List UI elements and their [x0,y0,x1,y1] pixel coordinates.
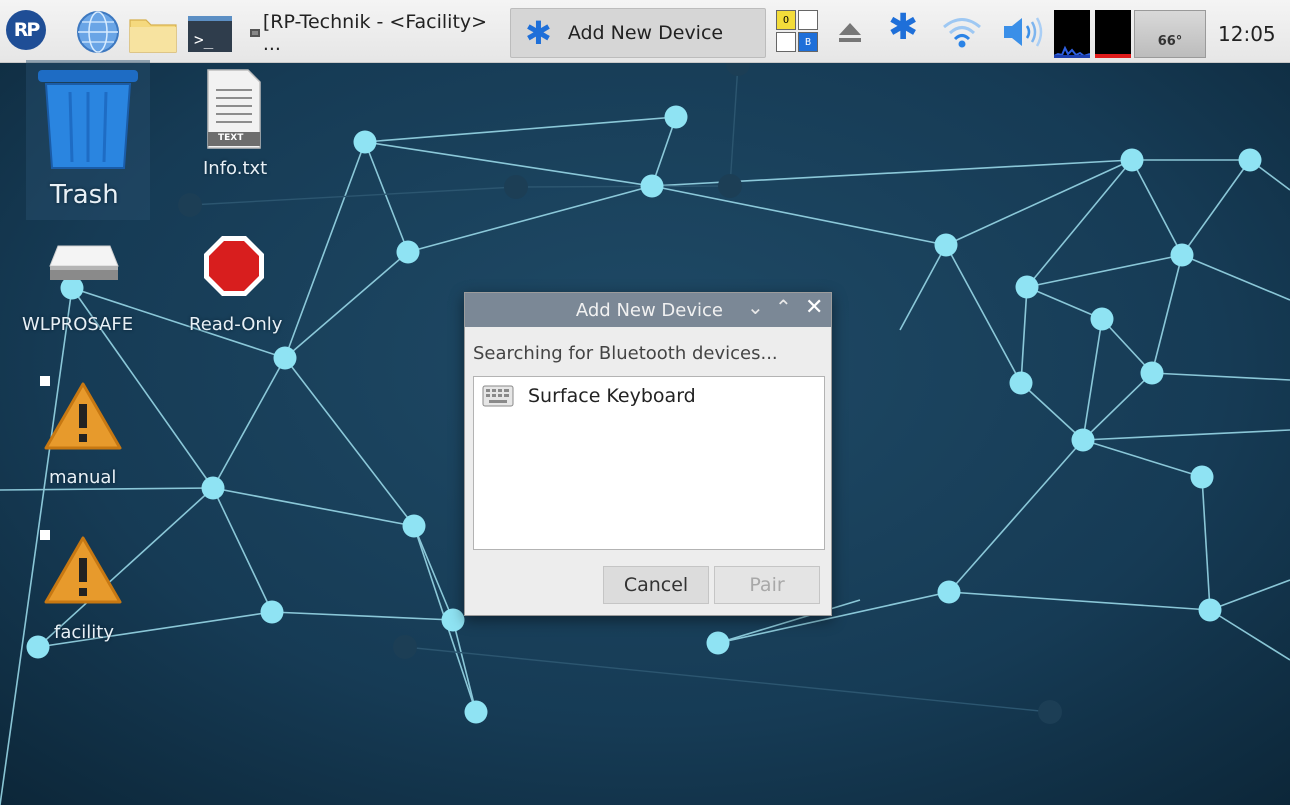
terminal-icon[interactable]: >_ [188,16,232,52]
cancel-button[interactable]: Cancel [603,566,709,604]
indicator-o: O [776,10,796,30]
indicator-blank-top [798,10,818,30]
indicator-blank-bottom [776,32,796,52]
list-item[interactable]: Surface Keyboard [482,383,696,409]
window-icon [250,29,260,37]
network-node [441,608,465,632]
task-label: [RP-Technik - <Facility> ... [262,11,488,55]
network-node-dim [1038,700,1062,724]
network-node [1190,465,1214,489]
network-node [1090,307,1114,331]
text-file-badge: TEXT [218,133,244,143]
network-node-dim [178,193,202,217]
network-node [934,233,958,257]
volume-icon[interactable] [1000,14,1046,50]
network-node [1170,243,1194,267]
network-line-dim [515,185,731,188]
menu-logo-button[interactable]: RP [6,10,46,50]
network-node [1140,361,1164,385]
dialog-title: Add New Device [575,300,723,321]
indicator-b: B [798,32,818,52]
wlprosafe-label[interactable]: WLPROSAFE [22,314,133,335]
read-only-label[interactable]: Read-Only [189,314,282,335]
network-node [353,130,377,154]
network-node [640,174,664,198]
info-txt-label[interactable]: Info.txt [203,158,267,179]
warning-icon[interactable] [40,530,124,610]
menu-logo-text: RP [13,19,41,41]
network-node-dim [718,174,742,198]
trash-icon[interactable] [36,68,140,172]
eject-icon[interactable] [836,18,864,46]
network-node [26,635,50,659]
keyboard-icon [482,385,514,407]
globe-icon[interactable] [76,10,120,54]
network-node [260,600,284,624]
search-status-text: Searching for Bluetooth devices... [473,343,778,364]
device-list[interactable]: Surface Keyboard [473,376,825,550]
network-node [396,240,420,264]
wifi-icon[interactable] [940,14,984,50]
network-node [1120,148,1144,172]
network-node [1009,371,1033,395]
bluetooth-icon: ✱ [525,14,552,52]
network-node [402,514,426,538]
temperature-value: 66° [1157,34,1183,49]
task-button-add-new-device[interactable]: ✱ Add New Device [510,8,766,58]
bluetooth-tray-icon[interactable]: ✱ [888,10,918,46]
network-node [937,580,961,604]
network-node [464,700,488,724]
close-icon[interactable]: ✕ [805,297,823,319]
device-name: Surface Keyboard [528,385,696,407]
clock[interactable]: 12:05 [1218,22,1276,46]
network-node [1015,275,1039,299]
network-node [706,631,730,655]
warning-icon[interactable] [40,376,124,456]
network-node-dim [504,175,528,199]
network-node [1238,148,1262,172]
pair-button[interactable]: Pair [714,566,820,604]
maximize-icon[interactable]: ⌃ [775,297,792,317]
task-label: Add New Device [567,22,724,44]
network-node-dim [393,635,417,659]
network-node [664,105,688,129]
folder-icon[interactable] [128,14,178,54]
keyboard-indicator[interactable]: O B [776,10,822,56]
memory-monitor-graph[interactable] [1095,10,1131,58]
dialog-titlebar[interactable]: Add New Device ⌄ ⌃ ✕ [465,293,831,327]
trash-label[interactable]: Trash [50,180,119,210]
manual-label[interactable]: manual [49,467,116,488]
facility-label[interactable]: facility [54,622,114,643]
network-node [1198,598,1222,622]
task-button-rp-technik[interactable]: [RP-Technik - <Facility> ... [242,8,504,58]
network-node [273,346,297,370]
add-new-device-dialog: Add New Device ⌄ ⌃ ✕ Searching for Bluet… [464,292,832,616]
network-node [201,476,225,500]
stop-icon[interactable] [202,234,266,298]
top-panel: RP >_ [RP-Technik - <Facility> ... ✱ Add… [0,0,1290,63]
drive-icon[interactable] [48,244,120,284]
network-node [1071,428,1095,452]
terminal-prompt: >_ [194,30,214,49]
cpu-monitor-graph[interactable] [1054,10,1090,58]
cpu-temperature[interactable]: 66° [1134,10,1206,58]
minimize-icon[interactable]: ⌄ [747,297,764,317]
